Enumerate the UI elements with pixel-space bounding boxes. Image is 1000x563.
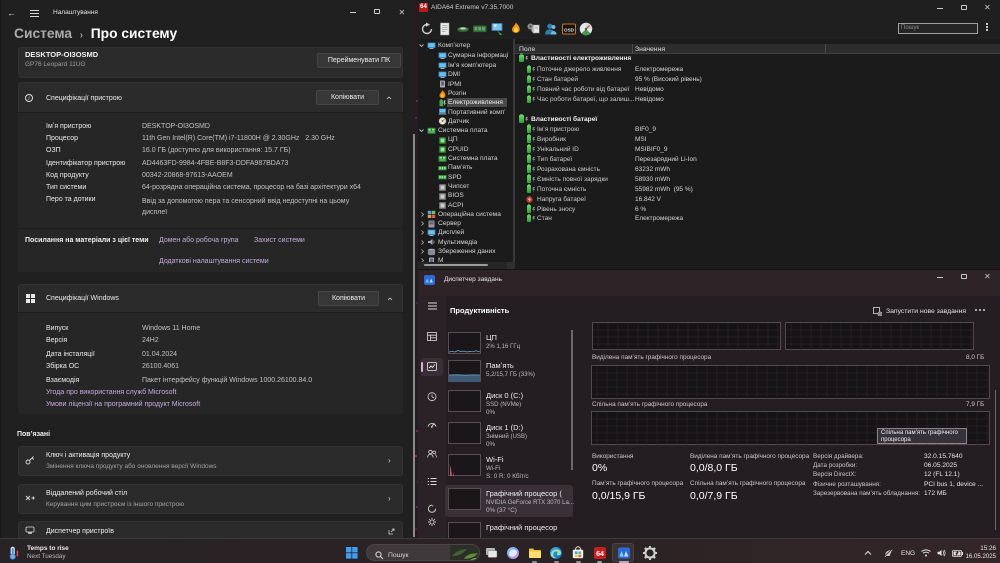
- svg-text:64: 64: [596, 551, 604, 558]
- svg-text:OSD: OSD: [564, 27, 575, 32]
